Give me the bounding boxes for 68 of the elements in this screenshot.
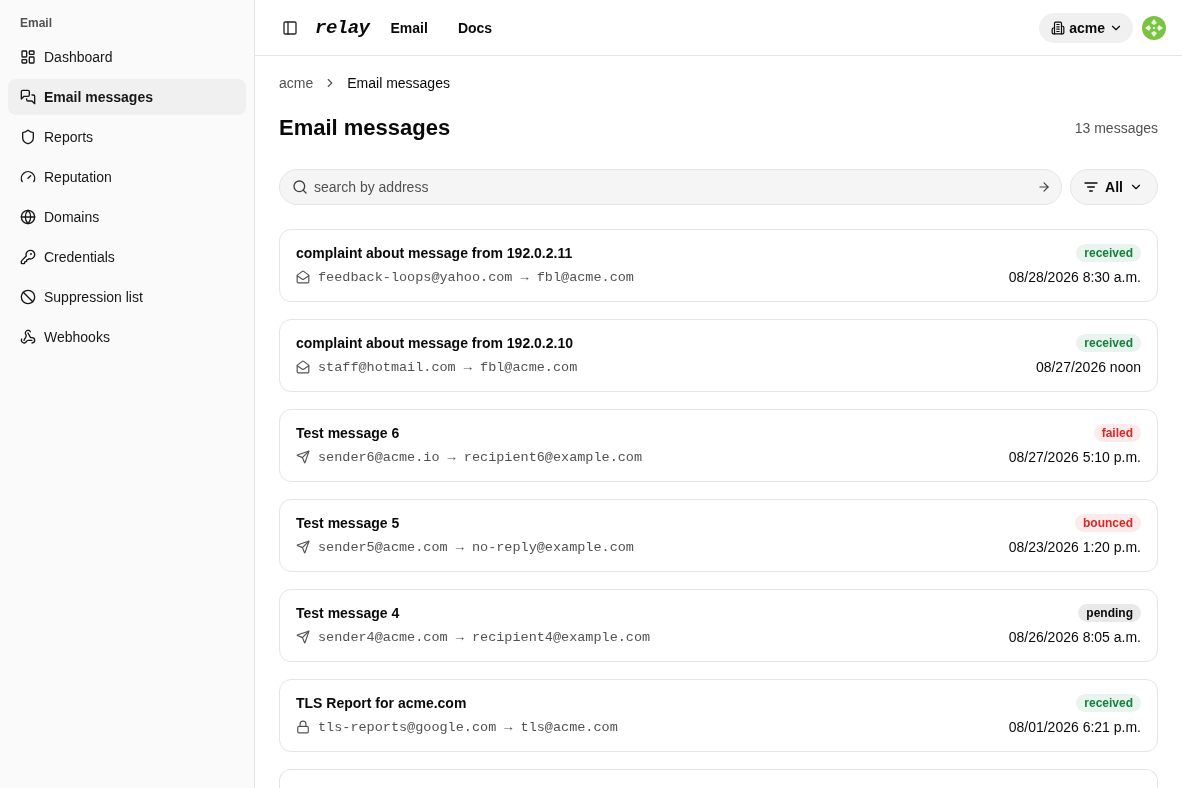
status-badge: pending — [1078, 604, 1141, 622]
message-addresses: feedback-loops@yahoo.com → fbl@acme.com — [318, 269, 634, 285]
message-subject: Test message 4 — [296, 604, 401, 623]
page-title: Email messages — [279, 114, 451, 142]
status-badge: bounced — [1075, 514, 1141, 532]
message-date: 08/23/2026 1:20 p.m. — [1008, 538, 1141, 557]
message-subject: complaint about message from 192.0.2.11 — [296, 244, 574, 263]
search-field[interactable]: search by address — [279, 169, 1063, 205]
shield-icon — [20, 129, 36, 145]
sidebar-item[interactable]: Credentials — [8, 239, 246, 275]
chat-bubbles-icon — [20, 89, 36, 105]
status-badge: received — [1076, 694, 1141, 712]
sidebar-item[interactable]: Suppression list — [8, 279, 246, 315]
message-date: 08/28/2026 8:30 a.m. — [1008, 268, 1141, 287]
status-badge: received — [1076, 244, 1141, 262]
key-icon — [20, 249, 36, 265]
open-envelope-icon — [296, 360, 310, 374]
message-subject: Test message 6 — [296, 424, 401, 443]
message-date: 08/01/2026 6:21 p.m. — [1008, 718, 1141, 737]
arrow-right-icon[interactable] — [1037, 180, 1052, 194]
sidebar-item[interactable]: Dashboard — [8, 39, 246, 75]
filter-button[interactable]: All — [1070, 169, 1158, 205]
message-addresses: staff@hotmail.com → fbl@acme.com — [318, 359, 578, 375]
message-subject: Test message 5 — [296, 514, 401, 533]
sidebar-item[interactable]: Reports — [8, 119, 246, 155]
message-date: 08/27/2026 noon — [1035, 358, 1141, 377]
status-badge: received — [1076, 334, 1141, 352]
message-addresses: sender6@acme.io → recipient6@example.com — [318, 449, 643, 465]
sidebar-item[interactable]: Reputation — [8, 159, 246, 195]
message-card[interactable]: Test message 4 sender4@acme.com → recipient4@example.com pending 08/26/2026 8:05 a.m. — [279, 589, 1158, 662]
sidebar-section-label: Email — [19, 15, 53, 32]
lock-icon — [296, 720, 310, 734]
message-subject: complaint about message from 192.0.2.10 — [296, 334, 574, 353]
logo: relay — [315, 16, 370, 39]
sidebar-toggle-icon[interactable] — [282, 19, 298, 36]
sidebar-item[interactable]: Domains — [8, 199, 246, 235]
message-addresses: sender4@acme.com → recipient4@example.com — [318, 629, 651, 645]
open-envelope-icon — [296, 270, 310, 284]
sidebar-item[interactable]: Webhooks — [8, 319, 246, 355]
breadcrumb-current: Email messages — [347, 75, 450, 91]
nav-link[interactable]: Email — [390, 19, 428, 36]
message-count: 13 messages — [1074, 120, 1158, 136]
globe-icon — [20, 209, 36, 225]
message-addresses: sender5@acme.com → no-reply@example.com — [318, 539, 634, 555]
message-addresses: tls-reports@google.com → tls@acme.com — [318, 719, 618, 735]
paper-plane-icon — [296, 450, 310, 464]
message-subject: TLS Report for acme.com — [296, 694, 468, 713]
message-card[interactable]: complaint about message from 192.0.2.10 staff@hotmail.com → fbl@acme.com received 08/27/2026 noon — [279, 319, 1158, 392]
sidebar-item[interactable]: Email messages — [8, 79, 246, 115]
status-badge: failed — [1093, 424, 1141, 442]
message-card[interactable]: TLS Report for acme.com tls-reports@google.com → tls@acme.com received 08/01/2026 6:21 p.m. — [279, 679, 1158, 752]
layout-grid-icon — [20, 49, 36, 65]
search-icon — [292, 179, 308, 195]
paper-plane-icon — [296, 540, 310, 554]
message-date: 08/27/2026 5:10 p.m. — [1008, 448, 1141, 467]
ban-icon — [20, 289, 36, 305]
message-card[interactable]: Test message 5 sender5@acme.com → no-reply@example.com bounced 08/23/2026 1:20 p.m. — [279, 499, 1158, 572]
webhook-icon — [20, 329, 36, 345]
gauge-icon — [20, 169, 36, 185]
building-icon — [1051, 20, 1066, 35]
message-date: 08/26/2026 8:05 a.m. — [1008, 628, 1141, 647]
message-card[interactable]: complaint about message from 192.0.2.11 feedback-loops@yahoo.com → fbl@acme.com received 08/28/2026 8:30 a.m. — [279, 229, 1158, 302]
paper-plane-icon — [296, 630, 310, 644]
message-card[interactable]: Test message 6 sender6@acme.io → recipient6@example.com failed 08/27/2026 5:10 p.m. — [279, 409, 1158, 482]
nav-link[interactable]: Docs — [457, 19, 493, 36]
filter-icon — [1083, 179, 1100, 195]
breadcrumb-link[interactable]: acme — [279, 75, 314, 91]
org-switcher-button[interactable]: acme — [1039, 12, 1133, 43]
